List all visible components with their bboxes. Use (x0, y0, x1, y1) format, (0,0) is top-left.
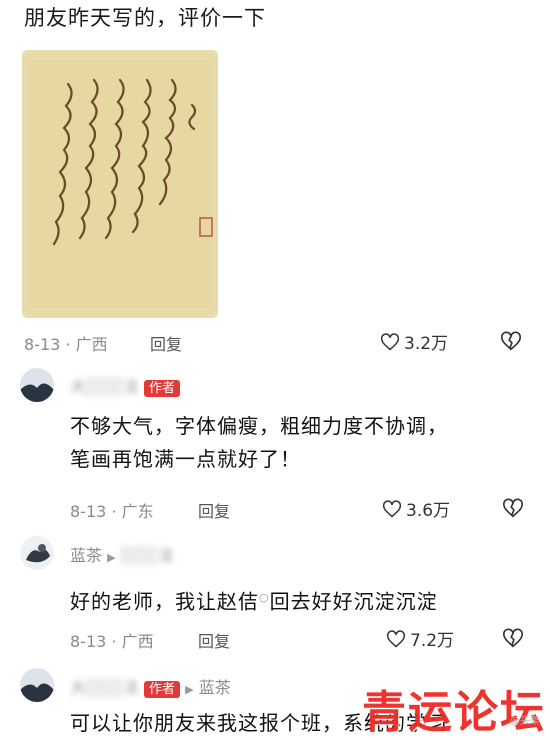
reply-to-name: ░░░法 (120, 546, 174, 565)
reply-arrow-icon: ▶ (107, 551, 116, 564)
watermark-sub: @头条 (510, 716, 540, 727)
watermark-logo: 青运论坛 (362, 687, 546, 738)
calligraphy-image[interactable] (22, 50, 218, 318)
avatar[interactable] (20, 668, 54, 702)
comment-date: 8-13 (70, 502, 107, 521)
calligraphy-artwork (22, 50, 218, 318)
heart-outline-icon (386, 629, 406, 647)
post-reply-button[interactable]: 回复 (150, 331, 182, 355)
comment-line: 笔画再饱满一点就好了！ (70, 447, 301, 471)
comment-line: 不够大气，字体偏瘦，粗细力度不协调， (70, 414, 448, 438)
reply-to-name: 蓝茶 (198, 678, 231, 697)
avatar-image (20, 536, 54, 570)
comment-like-count: 7.2万 (410, 631, 455, 651)
author-badge: 作者 (144, 380, 181, 397)
post-like-button[interactable]: 3.2万 (380, 329, 448, 354)
avatar[interactable] (20, 368, 54, 402)
post-like-count: 3.2万 (404, 334, 449, 354)
comment-reply-button[interactable]: 回复 (198, 628, 230, 652)
avatar[interactable] (20, 536, 54, 570)
post-meta: 8-13 · 广西 (24, 335, 108, 354)
heart-outline-icon (380, 332, 400, 350)
heart-outline-icon (382, 499, 402, 517)
post-text: 朋友昨天写的，评价一下 (24, 6, 266, 30)
post-region: 广西 (75, 335, 108, 354)
comment-reply-button[interactable]: 回复 (198, 498, 230, 522)
comment-meta: 8-13 · 广西 (70, 632, 154, 651)
author-name: 大░░░法 (70, 377, 139, 396)
comment-region: 广西 (121, 632, 154, 651)
comment-text-part: 回去好好沉淀沉淀 (269, 589, 438, 614)
comment-like-count: 3.6万 (406, 501, 451, 521)
comment-author[interactable]: 大░░░法 作者 ▶ 蓝茶 (70, 674, 231, 698)
broken-heart-icon[interactable] (502, 627, 524, 649)
avatar-image (20, 368, 54, 402)
comment-date: 8-13 (70, 632, 107, 651)
comment-region: 广东 (121, 502, 154, 521)
author-name: 大░░░法 (70, 678, 139, 697)
comment-text-part: 好的老师，我让赵佶 (70, 589, 259, 614)
author-badge: 作者 (144, 681, 181, 698)
author-name: 蓝茶 (70, 546, 103, 565)
comment-text: 不够大气，字体偏瘦，粗细力度不协调， 笔画再饱满一点就好了！ (70, 410, 448, 476)
comment-text: 好的老师，我让赵佶○回去好好沉淀沉淀 (70, 581, 438, 619)
avatar-image (20, 668, 54, 702)
broken-heart-icon[interactable] (500, 330, 522, 352)
comment-like-button[interactable]: 7.2万 (386, 626, 454, 651)
comment-like-button[interactable]: 3.6万 (382, 496, 450, 521)
comment-author[interactable]: 大░░░法 作者 (70, 373, 181, 397)
post-date: 8-13 (24, 335, 61, 354)
broken-heart-icon[interactable] (502, 497, 524, 519)
comment-meta: 8-13 · 广东 (70, 502, 154, 521)
reply-arrow-icon: ▶ (185, 683, 194, 696)
search-icon[interactable]: ○ (259, 591, 270, 604)
comment-author[interactable]: 蓝茶 ▶ ░░░法 (70, 542, 174, 566)
